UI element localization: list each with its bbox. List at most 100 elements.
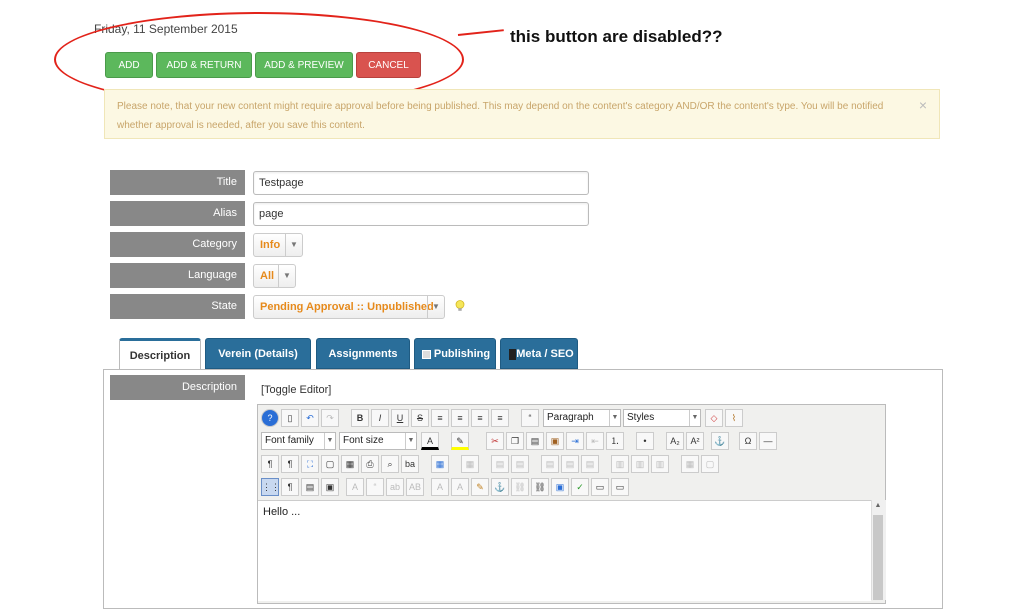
align-justify-icon[interactable]: ≡ [431, 409, 449, 427]
tab-description[interactable]: Description [119, 338, 201, 370]
tab-publishing[interactable]: Publishing [414, 338, 496, 369]
horizontal-rule-icon[interactable]: — [759, 432, 777, 450]
ins-icon[interactable]: A [451, 478, 469, 496]
copy-icon[interactable]: ❐ [506, 432, 524, 450]
image-icon[interactable]: ▣ [551, 478, 569, 496]
spellcheck-icon[interactable]: ✓ [571, 478, 589, 496]
new-document-icon[interactable]: ▯ [281, 409, 299, 427]
scroll-up-arrow-icon[interactable]: ▲ [873, 502, 883, 512]
italic-icon[interactable]: I [371, 409, 389, 427]
tab-meta-seo[interactable]: Meta / SEO [500, 338, 578, 369]
font-family-select[interactable]: Font family ▼ [261, 432, 336, 450]
chevron-down-icon: ▼ [405, 433, 416, 449]
language-label: Language [110, 263, 245, 288]
del-icon[interactable]: A [431, 478, 449, 496]
attribs-icon[interactable]: ✎ [471, 478, 489, 496]
search-icon[interactable]: ⌕ [381, 455, 399, 473]
align-center-icon[interactable]: ≡ [451, 409, 469, 427]
paste-icon[interactable]: ▤ [526, 432, 544, 450]
split-cells-icon[interactable]: ▦ [681, 455, 699, 473]
fullscreen-icon[interactable]: ⛶ [301, 455, 319, 473]
col-before-icon[interactable]: ▥ [611, 455, 629, 473]
col-after-icon[interactable]: ▥ [631, 455, 649, 473]
outdent-icon[interactable]: ⇤ [586, 432, 604, 450]
subscript-icon[interactable]: A₂ [666, 432, 684, 450]
cut-icon[interactable]: ✂ [486, 432, 504, 450]
row-before-icon[interactable]: ▤ [541, 455, 559, 473]
paragraph-format-select[interactable]: Paragraph ▼ [543, 409, 621, 427]
category-select[interactable]: Info ▼ [253, 233, 303, 257]
chevron-down-icon: ▼ [324, 433, 335, 449]
state-select[interactable]: Pending Approval :: Unpublished ▼ [253, 295, 445, 319]
abbr-icon[interactable]: ab [386, 478, 404, 496]
eraser-icon[interactable]: ◇ [705, 409, 723, 427]
acronym-icon[interactable]: AB [406, 478, 424, 496]
font-size-select[interactable]: Font size ▼ [339, 432, 417, 450]
alias-input[interactable]: page [253, 202, 589, 226]
readmore-icon[interactable]: ▭ [611, 478, 629, 496]
superscript-icon[interactable]: A² [686, 432, 704, 450]
template-icon[interactable]: ▦ [341, 455, 359, 473]
insert-layer-icon[interactable]: ▣ [321, 478, 339, 496]
anchor-icon[interactable]: ⚓ [711, 432, 729, 450]
language-select[interactable]: All ▼ [253, 264, 296, 288]
delete-row-icon[interactable]: ▤ [581, 455, 599, 473]
row-after-icon[interactable]: ▤ [561, 455, 579, 473]
chevron-down-icon: ▼ [427, 296, 444, 318]
annotation-line [457, 29, 504, 36]
editor-content-area[interactable] [258, 500, 871, 601]
toggle-editor-link[interactable]: [Toggle Editor] [261, 384, 331, 396]
text-color-icon[interactable]: A [421, 432, 439, 450]
strikethrough-icon[interactable]: S [411, 409, 429, 427]
chevron-down-icon: ▼ [285, 234, 302, 256]
table-delete-icon[interactable]: ▦ [461, 455, 479, 473]
highlight-color-icon[interactable]: ✎ [451, 432, 469, 450]
indent-icon[interactable]: ⇥ [566, 432, 584, 450]
tab-publishing-label: Publishing [433, 348, 491, 360]
help-icon[interactable]: ? [261, 409, 279, 427]
insert-file-icon[interactable]: ▤ [301, 478, 319, 496]
close-icon[interactable]: × [919, 97, 927, 113]
pagebreak-icon[interactable]: ▭ [591, 478, 609, 496]
undo-icon[interactable]: ↶ [301, 409, 319, 427]
tab-assignments[interactable]: Assignments [316, 338, 410, 369]
lightbulb-icon[interactable] [455, 300, 465, 312]
bold-icon[interactable]: B [351, 409, 369, 427]
print-icon[interactable]: ⎙ [361, 455, 379, 473]
numbered-list-icon[interactable]: ⒈ [606, 432, 624, 450]
ltr-icon[interactable]: ¶ [261, 455, 279, 473]
merge-cells-icon[interactable]: ▢ [701, 455, 719, 473]
cell-props-icon[interactable]: ▤ [511, 455, 529, 473]
alias-label: Alias [110, 201, 245, 226]
category-label: Category [110, 232, 245, 257]
align-right-icon[interactable]: ≡ [491, 409, 509, 427]
blockquote-icon[interactable]: “ [521, 409, 539, 427]
preview-icon[interactable]: ▢ [321, 455, 339, 473]
styleprops-icon[interactable]: A [346, 478, 364, 496]
paste-word-icon[interactable]: ▣ [546, 432, 564, 450]
scrollbar-thumb[interactable] [873, 515, 883, 600]
state-label: State [110, 294, 245, 319]
row-props-icon[interactable]: ▤ [491, 455, 509, 473]
redo-icon[interactable]: ↷ [321, 409, 339, 427]
underline-icon[interactable]: U [391, 409, 409, 427]
show-blocks-icon[interactable]: ¶ [281, 478, 299, 496]
cleanup-broom-icon[interactable]: ⌇ [725, 409, 743, 427]
replace-icon[interactable]: ba [401, 455, 419, 473]
unlink-icon[interactable]: ⛓ [511, 478, 529, 496]
align-left-icon[interactable]: ≡ [471, 409, 489, 427]
link-icon[interactable]: ⛓ [531, 478, 549, 496]
rtl-icon[interactable]: ¶ [281, 455, 299, 473]
bullet-list-icon[interactable]: • [636, 432, 654, 450]
visual-aid-icon[interactable]: ⋮⋮ [261, 478, 280, 496]
approval-notice: Please note, that your new content might… [104, 89, 940, 139]
annotation-text: this button are disabled?? [510, 27, 723, 46]
insert-table-icon[interactable]: ▦ [431, 455, 449, 473]
styles-select[interactable]: Styles ▼ [623, 409, 701, 427]
title-input[interactable]: Testpage [253, 171, 589, 195]
cite-icon[interactable]: “ [366, 478, 384, 496]
absolute-icon[interactable]: ⚓ [491, 478, 509, 496]
delete-col-icon[interactable]: ▥ [651, 455, 669, 473]
omega-icon[interactable]: Ω [739, 432, 757, 450]
tab-verein-details[interactable]: Verein (Details) [205, 338, 311, 369]
